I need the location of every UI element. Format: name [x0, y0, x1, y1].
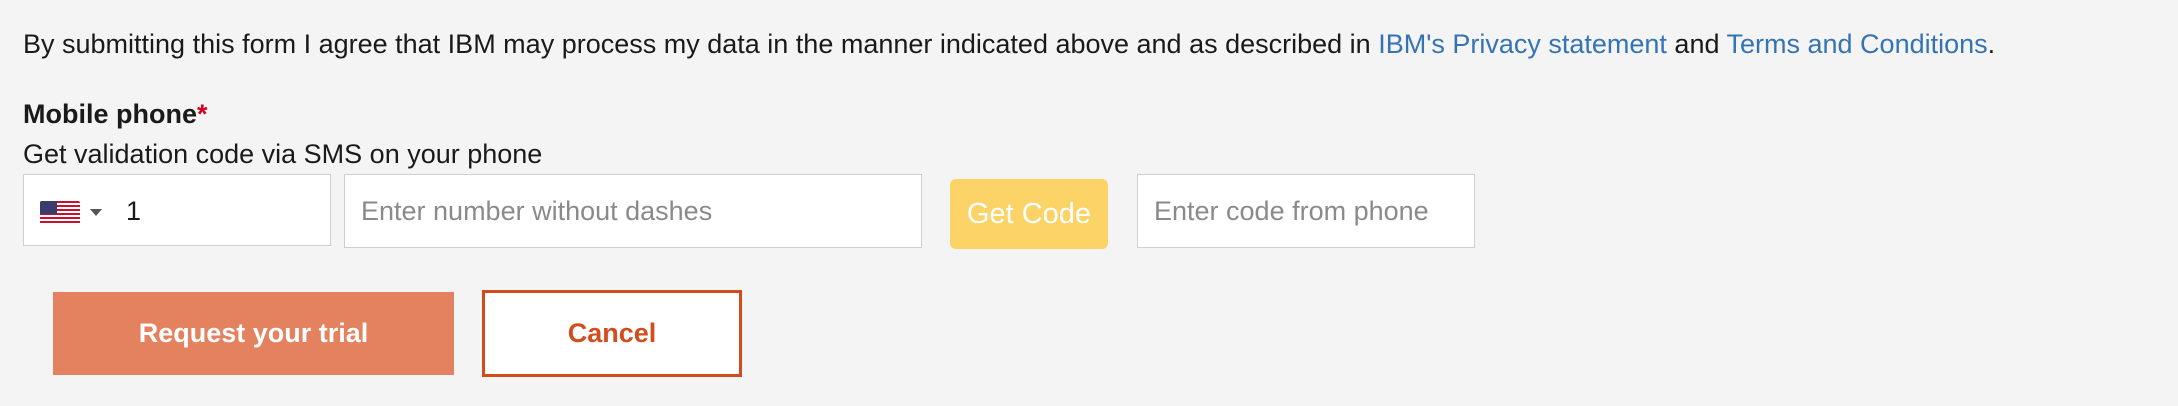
consent-text-before: By submitting this form I agree that IBM…: [23, 29, 1379, 59]
terms-and-conditions-link[interactable]: Terms and Conditions: [1727, 29, 1988, 59]
sms-validation-hint: Get validation code via SMS on your phon…: [23, 139, 543, 169]
phone-number-input[interactable]: [344, 174, 922, 248]
consent-text-between: and: [1666, 29, 1727, 59]
verification-code-input[interactable]: [1137, 174, 1475, 248]
required-asterisk: *: [196, 99, 208, 129]
get-code-button[interactable]: Get Code: [950, 179, 1108, 249]
mobile-phone-label-text: Mobile phone: [23, 99, 197, 129]
chevron-down-icon[interactable]: [90, 209, 102, 216]
consent-text-after: .: [1987, 29, 1996, 59]
request-trial-button[interactable]: Request your trial: [53, 292, 454, 375]
us-flag-icon: [40, 201, 80, 225]
dial-code-value: 1: [126, 196, 142, 226]
country-code-selector[interactable]: 1: [23, 174, 331, 246]
privacy-statement-link[interactable]: IBM's Privacy statement: [1378, 29, 1667, 59]
mobile-phone-label: Mobile phone*: [23, 96, 208, 132]
consent-statement: By submitting this form I agree that IBM…: [23, 24, 1995, 64]
cancel-button[interactable]: Cancel: [482, 290, 742, 377]
